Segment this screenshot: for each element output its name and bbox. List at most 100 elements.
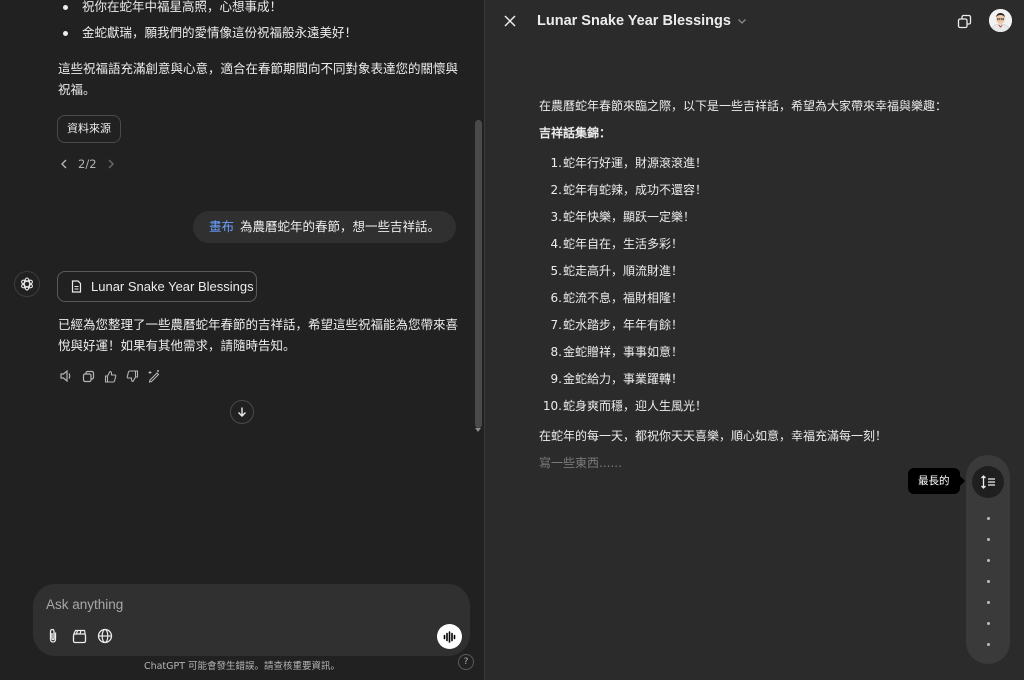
disclaimer-text: ChatGPT 可能會發生錯誤。請查核重要資訊。 — [143, 661, 341, 672]
globe-icon — [97, 628, 113, 644]
item-number: 3. — [550, 210, 562, 224]
list-item: 6. 蛇流不息，福財相隆！ — [539, 285, 959, 312]
length-tooltip: 最長的 — [908, 468, 964, 494]
help-button[interactable]: ? — [458, 654, 474, 670]
length-step[interactable] — [987, 622, 990, 625]
close-canvas-button[interactable] — [501, 12, 519, 30]
item-number: 9. — [550, 372, 562, 386]
bad-response-button[interactable] — [124, 367, 140, 385]
read-aloud-button[interactable] — [58, 367, 74, 385]
chat-pane: 祝你在蛇年中福星高照，心想事成！ 金蛇獻瑞，願我們的愛情像這份祝福般永遠美好！ … — [0, 0, 484, 680]
item-number: 8. — [550, 345, 562, 359]
chevron-down-icon — [738, 19, 746, 24]
canvas-title-dropdown[interactable]: Lunar Snake Year Blessings — [537, 9, 747, 33]
tools-button[interactable] — [70, 627, 88, 645]
canvas-document-card[interactable]: Lunar Snake Year Blessings — [57, 271, 257, 302]
list-item: 10. 蛇身爽而穩，迎人生風光！ — [539, 393, 959, 420]
scroll-to-bottom-button[interactable] — [230, 400, 254, 424]
item-text: 蛇年行好運，財源滾滾進！ — [563, 156, 708, 170]
length-slider-handle[interactable] — [972, 466, 1004, 498]
edit-in-canvas-button[interactable] — [146, 367, 162, 385]
item-number: 1. — [550, 156, 562, 170]
chevron-right-icon — [108, 159, 114, 169]
length-step[interactable] — [987, 643, 990, 646]
adjust-length-icon — [981, 475, 995, 489]
item-number: 4. — [550, 237, 562, 251]
blessing-bullet-list: 祝你在蛇年中福星高照，心想事成！ 金蛇獻瑞，願我們的愛情像這份祝福般永遠美好！ — [58, 0, 458, 46]
item-number: 10. — [542, 399, 562, 413]
attach-button[interactable] — [44, 627, 62, 645]
item-number: 5. — [550, 264, 562, 278]
canvas-title: Lunar Snake Year Blessings — [537, 13, 731, 29]
voice-mode-button[interactable] — [437, 624, 462, 649]
list-item: 5. 蛇走高升，順流財進！ — [539, 258, 959, 285]
document-closing: 在蛇年的每一天，都祝你天天喜樂，順心如意，幸福充滿每一刻！ — [539, 429, 888, 443]
waveform-icon — [443, 630, 456, 643]
assistant-paragraph: 這些祝福語充滿創意與心意，適合在春節期間向不同對象表達您的關懷與祝福。 — [58, 61, 459, 97]
item-number: 2. — [550, 183, 562, 197]
item-text: 蛇年自在，生活多彩！ — [563, 237, 684, 251]
item-text: 蛇走高升，順流財進！ — [563, 264, 684, 278]
arrow-down-icon — [238, 407, 246, 417]
length-slider[interactable] — [966, 455, 1010, 664]
item-text: 蛇年有蛇辣，成功不還容！ — [563, 183, 708, 197]
blessing-list: 1. 蛇年行好運，財源滾滾進！ 2. 蛇年有蛇辣，成功不還容！ 3. 蛇年快樂，顯跃一… — [539, 150, 959, 420]
list-item: 7. 蛇水踏步，年年有餘！ — [539, 312, 959, 339]
message-actions — [58, 367, 162, 385]
list-item: 9. 金蛇給力，事業躍轉！ — [539, 366, 959, 393]
chevron-left-icon — [61, 159, 67, 169]
length-step[interactable] — [987, 517, 990, 520]
copy-document-button[interactable] — [955, 12, 973, 30]
document-icon — [71, 280, 82, 293]
list-item: 1. 蛇年行好運，財源滾滾進！ — [539, 150, 959, 177]
item-text: 金蛇給力，事業躍轉！ — [563, 372, 684, 386]
document-placeholder[interactable]: 寫一些東西...... — [539, 453, 959, 473]
list-item: 祝你在蛇年中福星高照，心想事成！ — [58, 0, 458, 20]
item-text: 蛇身爽而穩，迎人生風光！ — [563, 399, 708, 413]
previous-response-button[interactable] — [58, 155, 70, 173]
length-step[interactable] — [987, 601, 990, 604]
paperclip-icon — [49, 628, 57, 643]
close-icon — [504, 15, 516, 27]
thumbs-up-icon — [104, 370, 116, 383]
document-heading: 吉祥話集錦： — [539, 126, 612, 140]
message-input[interactable] — [46, 594, 426, 614]
canvas-document[interactable]: 在農曆蛇年春節來臨之際，以下是一些吉祥話，希望為大家帶來幸福與樂趣： 吉祥話集錦… — [539, 96, 959, 473]
list-item: 3. 蛇年快樂，顯跃一定樂！ — [539, 204, 959, 231]
assistant-avatar — [14, 271, 40, 297]
item-number: 6. — [550, 291, 562, 305]
search-web-button[interactable] — [96, 627, 114, 645]
scrollbar-thumb[interactable] — [475, 120, 482, 428]
item-text: 金蛇贈祥，事事如意！ — [563, 345, 684, 359]
next-response-button[interactable] — [105, 155, 117, 173]
openai-logo-icon — [21, 277, 33, 291]
pager-label: 2/2 — [78, 157, 97, 171]
assistant-reply: 已經為您整理了一些農曆蛇年春節的吉祥話，希望這些祝福能為您帶來喜悅與好運！如果有… — [58, 317, 459, 353]
length-step[interactable] — [987, 580, 990, 583]
thumbs-down-icon — [126, 369, 138, 382]
item-text: 蛇流不息，福財相隆！ — [563, 291, 684, 305]
response-pager: 2/2 — [58, 155, 117, 173]
good-response-button[interactable] — [102, 367, 118, 385]
sources-button[interactable]: 資料來源 — [57, 115, 121, 143]
copy-icon — [957, 14, 971, 28]
list-item: 2. 蛇年有蛇辣，成功不還容！ — [539, 177, 959, 204]
document-intro: 在農曆蛇年春節來臨之際，以下是一些吉祥話，希望為大家帶來幸福與樂趣： — [539, 99, 948, 113]
length-step[interactable] — [987, 559, 990, 562]
item-text: 蛇水踏步，年年有餘！ — [563, 318, 684, 332]
canvas-mention: 畫布 — [208, 219, 234, 234]
speaker-icon — [60, 369, 71, 383]
chat-scrollbar[interactable] — [473, 0, 484, 440]
item-number: 7. — [550, 318, 562, 332]
list-item: 金蛇獻瑞，願我們的愛情像這份祝福般永遠美好！ — [58, 20, 458, 46]
length-step[interactable] — [987, 538, 990, 541]
user-message-bubble: 畫布 為農曆蛇年的春節，想一些吉祥話。 — [192, 211, 456, 243]
copy-button[interactable] — [80, 367, 96, 385]
canvas-card-title: Lunar Snake Year Blessings — [91, 279, 254, 294]
scroll-down-arrow-icon[interactable] — [475, 428, 481, 432]
pencil-sparkle-icon — [148, 370, 160, 383]
item-text: 蛇年快樂，顯跃一定樂！ — [563, 210, 696, 224]
user-avatar[interactable] — [989, 9, 1012, 32]
user-message-text: 為農曆蛇年的春節，想一些吉祥話。 — [239, 219, 440, 234]
copy-icon — [82, 370, 94, 382]
